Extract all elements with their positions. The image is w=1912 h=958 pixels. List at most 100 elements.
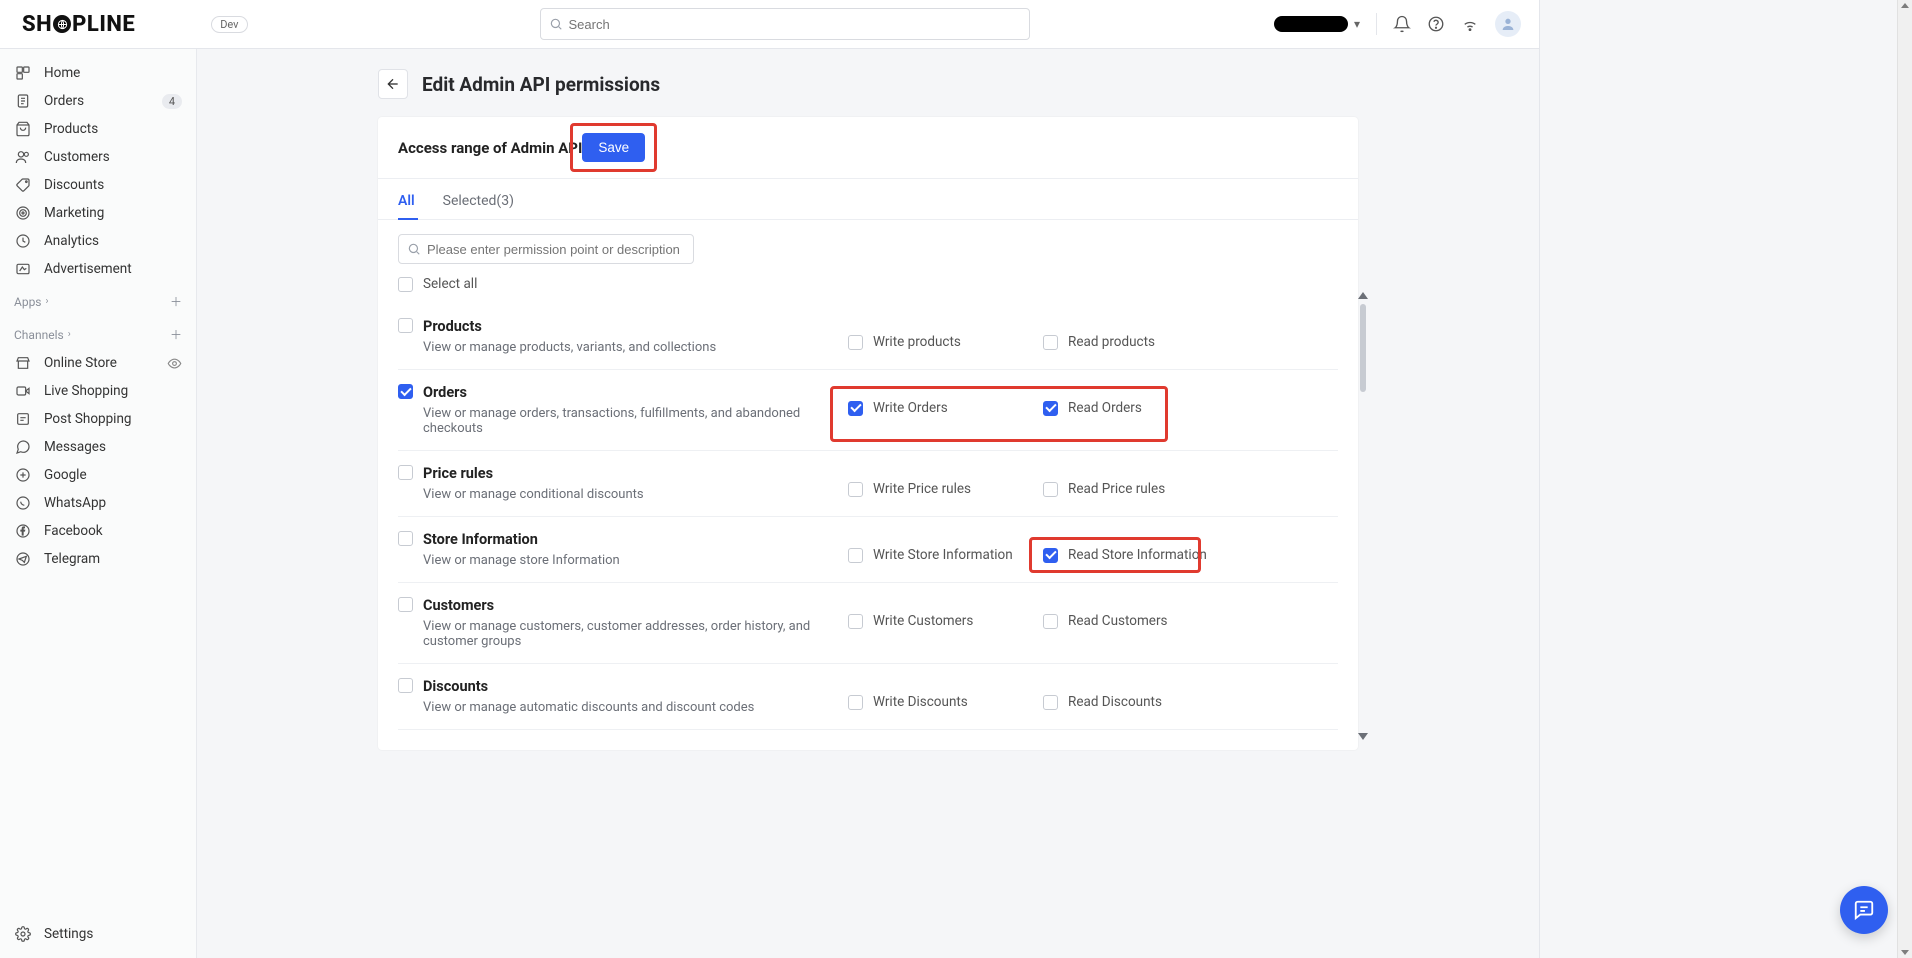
account-menu[interactable]: ▾ [1274,16,1360,32]
sidebar-item-online-store[interactable]: Online Store [0,349,196,377]
sidebar-item-marketing[interactable]: Marketing [0,199,196,227]
write-checkbox[interactable] [848,548,863,563]
read-checkbox[interactable] [1043,614,1058,629]
permission-name: Customers [423,597,848,614]
products-icon [14,121,32,137]
write-checkbox[interactable] [848,695,863,710]
permission-checkbox[interactable] [398,597,413,612]
chat-icon [1853,899,1875,921]
tab-selected[interactable]: Selected(3) [443,193,514,219]
write-checkbox[interactable] [848,335,863,350]
write-checkbox[interactable] [848,482,863,497]
inner-scrollbar[interactable] [1360,304,1366,392]
sidebar-section-channels[interactable]: Channels › ＋ [0,316,196,349]
advertisement-icon [14,261,32,277]
write-option: Write Discounts [848,694,1043,710]
page-title: Edit Admin API permissions [422,73,660,96]
sidebar-item-facebook[interactable]: Facebook [0,517,196,545]
sidebar-item-discounts[interactable]: Discounts [0,171,196,199]
browser-scrollbar[interactable] [1897,0,1912,958]
sidebar-item-google[interactable]: Google [0,461,196,489]
sidebar-item-post-shopping[interactable]: Post Shopping [0,405,196,433]
sidebar-item-whatsapp[interactable]: WhatsApp [0,489,196,517]
save-button[interactable]: Save [582,133,645,162]
permission-search[interactable] [398,234,694,264]
arrow-left-icon [385,76,401,92]
sidebar-item-live-shopping[interactable]: Live Shopping [0,377,196,405]
write-checkbox[interactable] [848,401,863,416]
gear-icon [14,926,32,942]
sidebar-item-label: Live Shopping [44,383,128,399]
chevron-right-icon: › [68,329,71,340]
tab-all[interactable]: All [398,193,415,219]
permission-checkbox[interactable] [398,384,413,399]
sidebar-section-apps[interactable]: Apps › ＋ [0,283,196,316]
write-label: Write Store Information [873,547,1013,563]
read-checkbox[interactable] [1043,548,1058,563]
plus-icon[interactable]: ＋ [170,326,182,343]
account-name-redacted [1274,16,1348,32]
chat-fab[interactable] [1840,886,1888,934]
write-checkbox[interactable] [848,614,863,629]
permission-name: Products [423,318,716,335]
sidebar-item-label: Advertisement [44,261,132,277]
permission-desc: View or manage automatic discounts and d… [423,700,754,715]
global-search[interactable] [540,8,1030,40]
card-header: Access range of Admin API Save [378,117,1358,179]
read-option: Read Customers [1043,613,1238,629]
avatar[interactable] [1495,11,1521,37]
permission-name: Discounts [423,678,754,695]
sidebar-item-messages[interactable]: Messages [0,433,196,461]
write-label: Write products [873,334,961,350]
permission-checkbox[interactable] [398,465,413,480]
sidebar-item-home[interactable]: Home [0,59,196,87]
sidebar-item-settings[interactable]: Settings [0,920,196,948]
sidebar-item-customers[interactable]: Customers [0,143,196,171]
read-checkbox[interactable] [1043,401,1058,416]
wifi-icon[interactable] [1461,15,1479,33]
read-option: Read Price rules [1043,481,1238,497]
env-badge: Dev [211,16,247,33]
scroll-down-arrow-icon[interactable] [1901,950,1909,955]
plus-icon[interactable]: ＋ [170,293,182,310]
permission-name: Store Information [423,531,620,548]
permission-tabs: All Selected(3) [378,179,1358,220]
bell-icon[interactable] [1393,15,1411,33]
permission-row-products: Products View or manage products, varian… [398,304,1338,370]
permission-search-input[interactable] [427,242,685,257]
help-icon[interactable] [1427,15,1445,33]
permission-checkbox[interactable] [398,318,413,333]
post-icon [14,411,32,427]
sidebar-item-label: Telegram [44,551,100,567]
sidebar-item-telegram[interactable]: Telegram [0,545,196,573]
scroll-up-arrow-icon[interactable] [1901,3,1909,8]
sidebar-item-products[interactable]: Products [0,115,196,143]
sidebar-item-analytics[interactable]: Analytics [0,227,196,255]
eye-icon[interactable] [167,356,182,371]
google-icon [14,467,32,483]
sidebar-item-advertisement[interactable]: Advertisement [0,255,196,283]
discounts-icon [14,177,32,193]
permission-checkbox[interactable] [398,531,413,546]
select-all-label: Select all [423,276,477,292]
permission-name: Orders [423,384,848,401]
global-search-input[interactable] [569,17,1021,32]
read-checkbox[interactable] [1043,482,1058,497]
permissions-list: Products View or manage products, varian… [378,304,1358,750]
scroll-down-icon[interactable] [1358,733,1368,740]
scroll-up-icon[interactable] [1358,292,1368,299]
read-label: Read Price rules [1068,481,1165,497]
customers-icon [14,149,32,165]
permission-row-price-rules: Price rules View or manage conditional d… [398,451,1338,517]
sidebar-item-orders[interactable]: Orders 4 [0,87,196,115]
analytics-icon [14,233,32,249]
permission-checkbox[interactable] [398,678,413,693]
read-checkbox[interactable] [1043,695,1058,710]
select-all-checkbox[interactable] [398,277,413,292]
read-checkbox[interactable] [1043,335,1058,350]
sidebar-item-label: Messages [44,439,106,455]
permission-row-orders: Orders View or manage orders, transactio… [398,370,1338,451]
permissions-card: Access range of Admin API Save All Selec… [378,117,1358,750]
chevron-down-icon: ▾ [1354,17,1360,31]
back-button[interactable] [378,69,408,99]
